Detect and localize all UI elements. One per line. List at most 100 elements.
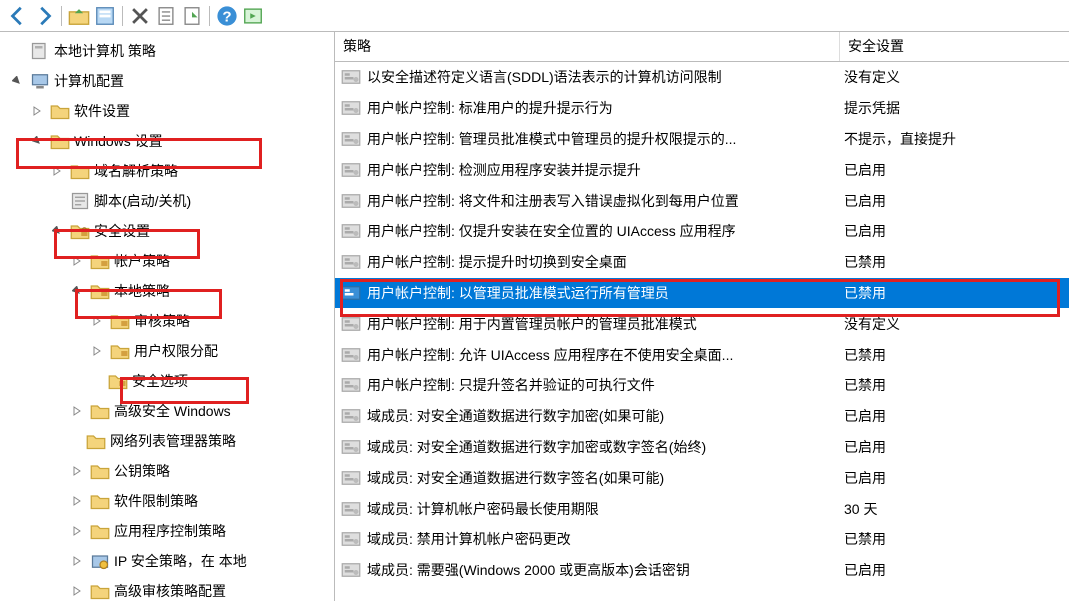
tree-account-policy[interactable]: 帐户策略: [0, 246, 334, 276]
policy-row[interactable]: 用户帐户控制: 检测应用程序安装并提示提升已启用: [335, 154, 1069, 185]
policy-name: 用户帐户控制: 允许 UIAccess 应用程序在不使用安全桌面...: [367, 345, 733, 365]
collapse-icon[interactable]: [68, 282, 86, 300]
tree-public-key[interactable]: 公钥策略: [0, 456, 334, 486]
properties-icon[interactable]: [93, 4, 117, 28]
tree-security-options[interactable]: 安全选项: [0, 366, 334, 396]
tree-label: 公钥策略: [114, 461, 170, 481]
policy-setting: 已启用: [840, 437, 1069, 457]
collapse-icon[interactable]: [28, 132, 46, 150]
tree-label: 高级审核策略配置: [114, 581, 226, 601]
policy-setting: 不提示，直接提升: [840, 129, 1069, 149]
policy-row[interactable]: 域成员: 对安全通道数据进行数字加密或数字签名(始终) 已启用: [335, 432, 1069, 463]
collapse-icon[interactable]: [48, 222, 66, 240]
policy-item-icon: [341, 98, 361, 118]
policy-row[interactable]: 用户帐户控制: 以管理员批准模式运行所有管理员已禁用: [335, 278, 1069, 309]
policy-item-icon: [341, 560, 361, 580]
tree-label: 应用程序控制策略: [114, 521, 226, 541]
policy-row[interactable]: 以安全描述符定义语言(SDDL)语法表示的计算机访问限制没有定义: [335, 62, 1069, 93]
delete-icon[interactable]: [128, 4, 152, 28]
policy-row[interactable]: 用户帐户控制: 将文件和注册表写入错误虚拟化到每用户位置已启用: [335, 185, 1069, 216]
tree-label: 脚本(启动/关机): [94, 191, 191, 211]
tree-security-settings[interactable]: 安全设置: [0, 216, 334, 246]
column-policy[interactable]: 策略: [335, 32, 840, 61]
policy-row[interactable]: 用户帐户控制: 提示提升时切换到安全桌面已禁用: [335, 247, 1069, 278]
expand-icon[interactable]: [88, 342, 106, 360]
policy-setting: 已启用: [840, 191, 1069, 211]
policy-item-icon: [341, 160, 361, 180]
policy-row[interactable]: 用户帐户控制: 标准用户的提升提示行为提示凭据: [335, 93, 1069, 124]
tree-ipsec[interactable]: IP 安全策略，在 本地: [0, 546, 334, 576]
policy-setting: 已禁用: [840, 345, 1069, 365]
expand-icon[interactable]: [88, 312, 106, 330]
policy-item-icon: [341, 406, 361, 426]
expand-icon[interactable]: [28, 102, 46, 120]
policy-row[interactable]: 域成员: 禁用计算机帐户密码更改已禁用: [335, 524, 1069, 555]
tree-software-restriction[interactable]: 软件限制策略: [0, 486, 334, 516]
policy-item-icon: [341, 314, 361, 334]
policy-row[interactable]: 用户帐户控制: 管理员批准模式中管理员的提升权限提示的...不提示，直接提升: [335, 124, 1069, 155]
policy-row[interactable]: 域成员: 对安全通道数据进行数字签名(如果可能)已启用: [335, 462, 1069, 493]
folder-icon: [86, 431, 106, 451]
column-setting[interactable]: 安全设置: [840, 32, 1069, 61]
tree-label: 网络列表管理器策略: [110, 431, 236, 451]
expand-icon[interactable]: [68, 492, 86, 510]
expand-icon[interactable]: [68, 552, 86, 570]
tree-label: 审核策略: [134, 311, 190, 331]
tree-adv-firewall[interactable]: 高级安全 Windows: [0, 396, 334, 426]
policy-row[interactable]: 用户帐户控制: 仅提升安装在安全位置的 UIAccess 应用程序已启用: [335, 216, 1069, 247]
policy-item-icon: [341, 252, 361, 272]
tree-label: Windows 设置: [74, 131, 163, 151]
tree-label: 安全选项: [132, 371, 188, 391]
tree-label: 软件设置: [74, 101, 130, 121]
back-arrow-icon[interactable]: [6, 4, 30, 28]
up-folder-icon[interactable]: [67, 4, 91, 28]
policy-row[interactable]: 域成员: 对安全通道数据进行数字加密(如果可能) 已启用: [335, 401, 1069, 432]
forward-arrow-icon[interactable]: [32, 4, 56, 28]
folder-icon: [50, 131, 70, 151]
policy-folder-icon: [110, 311, 130, 331]
policy-item-icon: [341, 129, 361, 149]
tree-app-control[interactable]: 应用程序控制策略: [0, 516, 334, 546]
policy-row[interactable]: 域成员: 计算机帐户密码最长使用期限 30 天: [335, 493, 1069, 524]
expand-icon[interactable]: [48, 162, 66, 180]
policy-setting: 已启用: [840, 406, 1069, 426]
tree-audit-policy[interactable]: 审核策略: [0, 306, 334, 336]
policy-name: 域成员: 计算机帐户密码最长使用期限: [367, 499, 599, 519]
tree-label: 用户权限分配: [134, 341, 218, 361]
tree-label: 域名解析策略: [94, 161, 178, 181]
policy-name: 用户帐户控制: 以管理员批准模式运行所有管理员: [367, 283, 669, 303]
tree-root[interactable]: 本地计算机 策略: [0, 36, 334, 66]
policy-row[interactable]: 用户帐户控制: 用于内置管理员帐户的管理员批准模式没有定义: [335, 308, 1069, 339]
help-icon[interactable]: ?: [215, 4, 239, 28]
expand-icon[interactable]: [68, 522, 86, 540]
tree-computer-config[interactable]: 计算机配置: [0, 66, 334, 96]
tree-user-rights[interactable]: 用户权限分配: [0, 336, 334, 366]
policy-item-icon: [341, 375, 361, 395]
policy-name: 域成员: 对安全通道数据进行数字加密或数字签名(始终): [367, 437, 706, 457]
folder-icon: [90, 521, 110, 541]
tree-scripts[interactable]: 脚本(启动/关机): [0, 186, 334, 216]
tree-windows-settings[interactable]: Windows 设置: [0, 126, 334, 156]
expand-icon[interactable]: [68, 582, 86, 600]
tree-dns-policy[interactable]: 域名解析策略: [0, 156, 334, 186]
refresh-icon[interactable]: [154, 4, 178, 28]
expand-icon[interactable]: [68, 462, 86, 480]
run-script-icon[interactable]: [241, 4, 265, 28]
tree-software-settings[interactable]: 软件设置: [0, 96, 334, 126]
policy-setting: 30 天: [840, 499, 1069, 519]
export-list-icon[interactable]: [180, 4, 204, 28]
collapse-icon[interactable]: [8, 72, 26, 90]
tree-network-list[interactable]: 网络列表管理器策略: [0, 426, 334, 456]
policy-row[interactable]: 用户帐户控制: 只提升签名并验证的可执行文件已禁用: [335, 370, 1069, 401]
policy-folder-icon: [108, 371, 128, 391]
policy-setting: 没有定义: [840, 314, 1069, 334]
policy-name: 域成员: 对安全通道数据进行数字加密(如果可能): [367, 406, 664, 426]
policy-row[interactable]: 用户帐户控制: 允许 UIAccess 应用程序在不使用安全桌面... 已禁用: [335, 339, 1069, 370]
expand-icon[interactable]: [68, 402, 86, 420]
policy-item-icon: [341, 345, 361, 365]
policy-name: 域成员: 对安全通道数据进行数字签名(如果可能): [367, 468, 664, 488]
tree-local-policy[interactable]: 本地策略: [0, 276, 334, 306]
policy-row[interactable]: 域成员: 需要强(Windows 2000 或更高版本)会话密钥已启用: [335, 555, 1069, 586]
tree-adv-audit[interactable]: 高级审核策略配置: [0, 576, 334, 601]
expand-icon[interactable]: [68, 252, 86, 270]
